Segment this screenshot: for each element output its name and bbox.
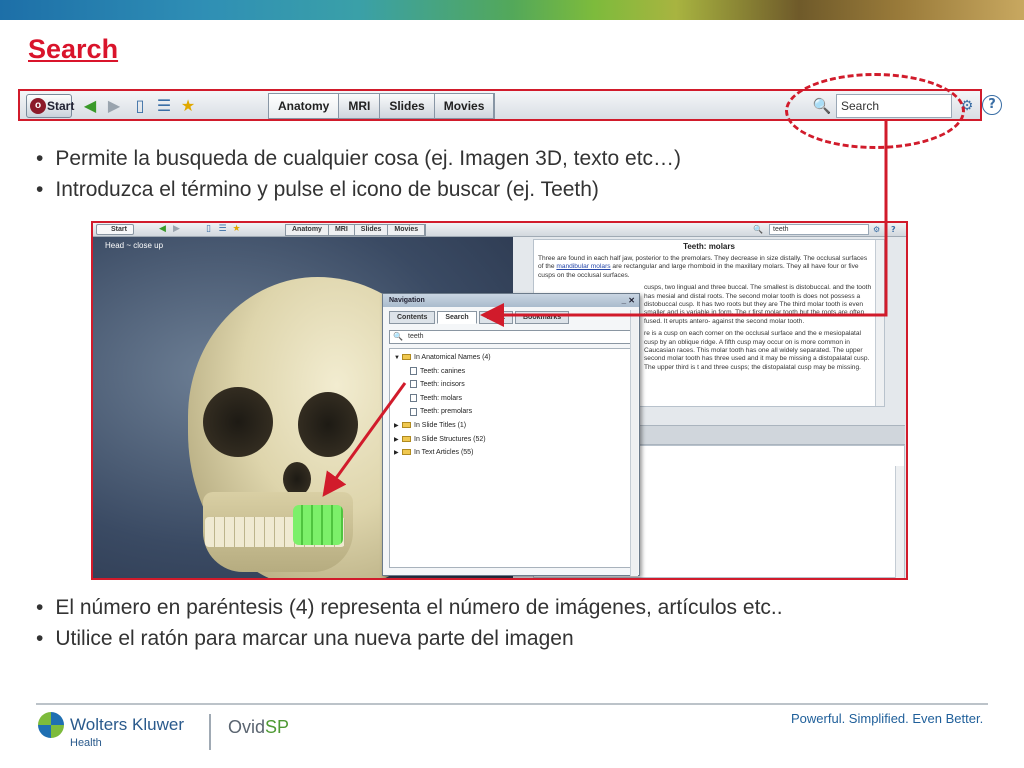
tree-node[interactable]: ▶ In Text Articles (55): [390, 446, 632, 460]
tab-anatomy[interactable]: Anatomy: [269, 94, 340, 118]
back-arrow-icon[interactable]: ◀: [157, 224, 168, 235]
search-icon: 🔍: [393, 332, 403, 341]
viewer-title: Head ~ close up: [105, 241, 164, 250]
tab-mri[interactable]: MRI: [339, 94, 381, 118]
list-icon[interactable]: ☰: [217, 224, 228, 235]
start-button[interactable]: Start: [96, 224, 134, 235]
screenshot-toolbar: Start ◀ ▶ ▯ ☰ ★ Anatomy MRI Slides Movie…: [93, 223, 906, 237]
tab-bookmarks[interactable]: Bookmarks: [515, 311, 570, 324]
view-tabs: Anatomy MRI Slides Movies: [268, 93, 496, 119]
tab-contents[interactable]: Contents: [389, 311, 436, 324]
eye-orbit: [203, 387, 273, 457]
forward-arrow-icon[interactable]: ▶: [171, 224, 182, 235]
article-title: Teeth: molars: [683, 242, 735, 251]
product-name: OvidSP: [228, 717, 290, 737]
list-icon[interactable]: ☰: [154, 95, 174, 117]
navigation-panel: Navigation _ ✕ Contents Search Index Boo…: [382, 293, 640, 576]
tab-slides[interactable]: Slides: [354, 225, 389, 235]
tree-node[interactable]: ▶ In Slide Structures (52): [390, 433, 632, 447]
navigation-tabs: Contents Search Index Bookmarks: [389, 311, 639, 324]
mandibular-molars-link[interactable]: mandibular molars: [556, 263, 610, 270]
gear-icon[interactable]: ⚙: [873, 224, 880, 235]
bullets-bottom: El número en paréntesis (4) representa e…: [36, 592, 783, 654]
lower-scrollbar[interactable]: [895, 466, 904, 578]
tab-movies[interactable]: Movies: [388, 225, 426, 235]
search-input[interactable]: teeth: [769, 224, 869, 235]
search-icon[interactable]: 🔍: [753, 224, 763, 235]
close-icon[interactable]: _ ✕: [622, 294, 635, 307]
footer-divider: [36, 703, 988, 705]
start-label: Start: [47, 99, 75, 113]
navigation-search-input[interactable]: 🔍 teeth: [389, 330, 633, 344]
article-paragraph: Three are found in each half jaw, poster…: [538, 255, 868, 279]
example-screenshot: Start ◀ ▶ ▯ ☰ ★ Anatomy MRI Slides Movie…: [91, 221, 908, 580]
article-scrollbar[interactable]: [875, 240, 884, 406]
tree-node[interactable]: ▶ In Slide Titles (1): [390, 419, 632, 433]
top-banner: [0, 0, 1024, 20]
tagline: Powerful. Simplified. Even Better.: [791, 711, 984, 726]
highlighted-molars[interactable]: [293, 505, 343, 545]
bullet-item: Introduzca el término y pulse el icono d…: [36, 174, 681, 205]
tab-anatomy[interactable]: Anatomy: [286, 225, 329, 235]
slide-title: Search: [28, 34, 119, 64]
bullet-item: Utilice el ratón para marcar una nueva p…: [36, 623, 783, 654]
highlight-ellipse: [785, 73, 965, 149]
tree-node[interactable]: Teeth: premolars: [390, 405, 632, 419]
forward-arrow-icon[interactable]: ▶: [104, 95, 124, 117]
navigation-scrollbar[interactable]: [630, 310, 638, 576]
tab-search[interactable]: Search: [437, 311, 477, 324]
navigation-title: Navigation _ ✕: [383, 294, 639, 307]
footer-separator: [209, 714, 211, 750]
help-icon[interactable]: ?: [982, 95, 1002, 115]
bullets-top: Permite la busqueda de cualquier cosa (e…: [36, 143, 681, 205]
view-tabs: Anatomy MRI Slides Movies: [285, 224, 427, 236]
tab-index[interactable]: Index: [478, 311, 513, 324]
page-icon[interactable]: ▯: [130, 95, 150, 117]
nasal-cavity: [283, 462, 311, 496]
tab-mri[interactable]: MRI: [328, 225, 355, 235]
tab-slides[interactable]: Slides: [380, 94, 435, 118]
brand-name: Wolters Kluwer: [70, 715, 184, 734]
page-icon[interactable]: ▯: [203, 224, 214, 235]
tree-node[interactable]: ▼ In Anatomical Names (4): [390, 351, 632, 365]
back-arrow-icon[interactable]: ◀: [80, 95, 100, 117]
tab-movies[interactable]: Movies: [434, 94, 495, 118]
bullet-item: El número en paréntesis (4) representa e…: [36, 592, 782, 623]
help-icon[interactable]: ?: [891, 224, 896, 235]
start-button[interactable]: o Start: [26, 94, 75, 118]
search-results-tree: ▼ In Anatomical Names (4) Teeth: canines …: [389, 348, 633, 568]
bookmark-star-icon[interactable]: ★: [231, 224, 242, 235]
bullet-item: Permite la busqueda de cualquier cosa (e…: [36, 143, 681, 174]
wolters-kluwer-logo-icon: [38, 712, 64, 738]
tree-node[interactable]: Teeth: molars: [390, 392, 632, 406]
ovid-logo-icon: o: [30, 98, 46, 114]
tree-node[interactable]: Teeth: canines: [390, 365, 632, 379]
brand-division: Health: [70, 737, 102, 749]
bookmark-star-icon[interactable]: ★: [178, 95, 198, 117]
tree-node[interactable]: Teeth: incisors: [390, 378, 632, 392]
eye-orbit: [298, 392, 358, 457]
